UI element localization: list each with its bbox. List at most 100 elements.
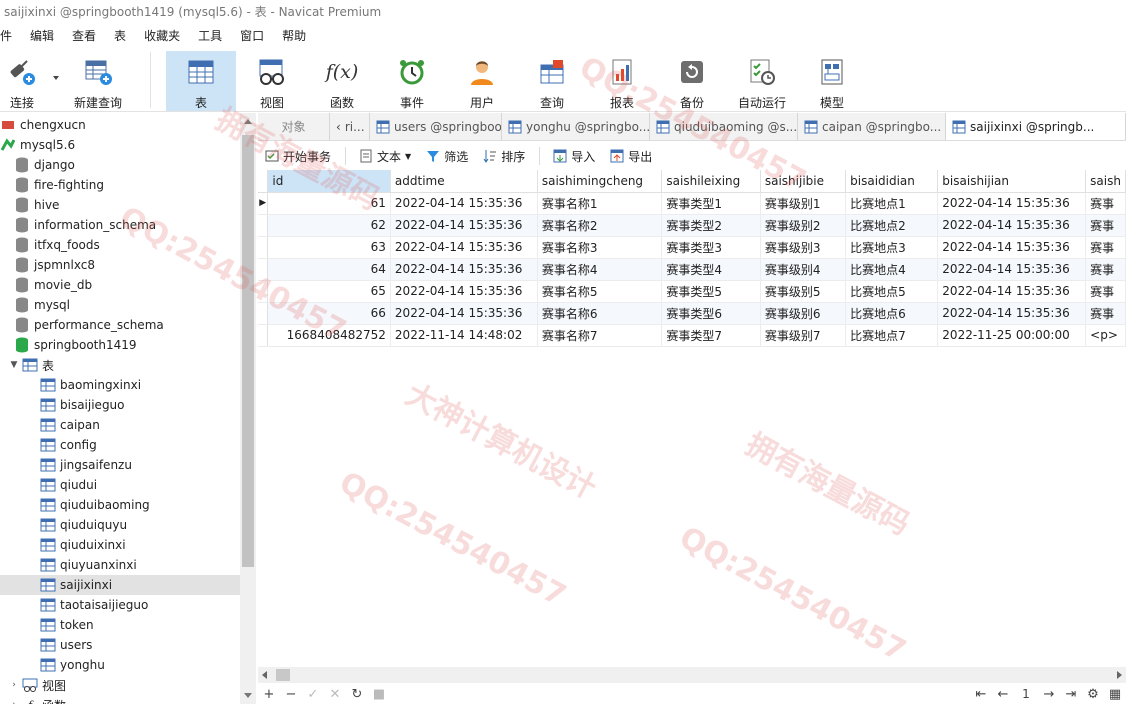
- tree-item-table-selected[interactable]: saijixinxi: [0, 575, 240, 595]
- tree-scrollbar[interactable]: [240, 113, 256, 704]
- settings-gear-icon[interactable]: ⚙: [1082, 687, 1104, 702]
- menu-window[interactable]: 窗口: [231, 24, 273, 48]
- table-cell[interactable]: 2022-11-14 14:48:02: [390, 324, 538, 347]
- tree-item-table[interactable]: qiuduibaoming: [0, 495, 240, 515]
- table-cell[interactable]: 2022-04-14 15:35:36: [390, 302, 538, 325]
- tree-item-table[interactable]: baomingxinxi: [0, 375, 240, 395]
- menu-view[interactable]: 查看: [63, 24, 105, 48]
- tab-saijixinxi[interactable]: saijixinxi @springb...: [946, 113, 1126, 140]
- tab-yonghu[interactable]: yonghu @springbo...: [502, 113, 650, 140]
- tree-item-table[interactable]: qiuyuanxinxi: [0, 555, 240, 575]
- tree-item-database[interactable]: movie_db: [0, 275, 240, 295]
- tree-item-table[interactable]: users: [0, 635, 240, 655]
- tree-item-database[interactable]: jspmnlxc8: [0, 255, 240, 275]
- menu-table[interactable]: 表: [105, 24, 135, 48]
- tree-item-functions-group[interactable]: › f 函数: [0, 695, 240, 704]
- column-header[interactable]: id: [267, 170, 391, 193]
- tree-item-database[interactable]: hive: [0, 195, 240, 215]
- tab-objects[interactable]: 对象: [258, 113, 330, 140]
- table-cell[interactable]: 比赛地点2: [845, 214, 939, 237]
- refresh-icon[interactable]: ↻: [346, 687, 368, 702]
- table-cell[interactable]: 64: [267, 258, 391, 281]
- column-header[interactable]: bisaishijian: [937, 170, 1087, 193]
- table-cell[interactable]: 赛事名称5: [537, 280, 663, 303]
- table-cell[interactable]: 赛事: [1085, 302, 1126, 325]
- tree-item-database[interactable]: information_schema: [0, 215, 240, 235]
- scroll-down-icon[interactable]: [244, 693, 252, 698]
- table-cell[interactable]: 赛事级别5: [760, 280, 847, 303]
- tree-item-database[interactable]: django: [0, 155, 240, 175]
- chevron-down-icon[interactable]: ▼: [8, 360, 20, 370]
- tree-item-database[interactable]: itfxq_foods: [0, 235, 240, 255]
- table-cell[interactable]: 赛事类型7: [661, 324, 761, 347]
- scroll-up-icon[interactable]: [244, 119, 252, 124]
- table-cell[interactable]: 2022-04-14 15:35:36: [937, 214, 1087, 237]
- table-cell[interactable]: 赛事类型4: [661, 258, 761, 281]
- tree-item-tables-group[interactable]: ▼ 表: [0, 355, 240, 375]
- next-page-icon[interactable]: →: [1038, 687, 1060, 702]
- column-header[interactable]: saishimingcheng: [537, 170, 663, 193]
- filter-button[interactable]: 筛选: [425, 148, 468, 165]
- table-cell[interactable]: 2022-04-14 15:35:36: [390, 280, 538, 303]
- tree-item-database[interactable]: fire-fighting: [0, 175, 240, 195]
- column-header[interactable]: saish: [1085, 170, 1126, 193]
- discard-changes-icon[interactable]: ✕: [324, 687, 346, 702]
- query-button[interactable]: 查询: [524, 51, 580, 111]
- table-cell[interactable]: 赛事名称2: [537, 214, 663, 237]
- table-row[interactable]: ▶ 61 2022-04-14 15:35:36 赛事名称1 赛事类型1 赛事级…: [258, 192, 1126, 215]
- table-cell[interactable]: 赛事级别1: [760, 192, 847, 215]
- table-cell[interactable]: 赛事级别3: [760, 236, 847, 259]
- model-button[interactable]: 模型: [804, 51, 860, 111]
- table-cell[interactable]: 赛事: [1085, 236, 1126, 259]
- table-row[interactable]: 1668408482752 2022-11-14 14:48:02 赛事名称7 …: [258, 324, 1126, 347]
- menu-favorites[interactable]: 收藏夹: [135, 24, 189, 48]
- menu-file[interactable]: 件: [0, 24, 21, 48]
- table-cell[interactable]: 2022-04-14 15:35:36: [937, 258, 1087, 281]
- tab-overflow[interactable]: ‹ ri...: [330, 113, 370, 140]
- table-row[interactable]: 66 2022-04-14 15:35:36 赛事名称6 赛事类型6 赛事级别6…: [258, 302, 1126, 325]
- scroll-right-icon[interactable]: [1117, 671, 1122, 679]
- menu-help[interactable]: 帮助: [273, 24, 315, 48]
- table-row[interactable]: 63 2022-04-14 15:35:36 赛事名称3 赛事类型3 赛事级别3…: [258, 236, 1126, 259]
- add-record-icon[interactable]: +: [258, 687, 280, 702]
- menu-tools[interactable]: 工具: [189, 24, 231, 48]
- page-number[interactable]: 1: [1014, 687, 1038, 701]
- tree-item-table[interactable]: caipan: [0, 415, 240, 435]
- connect-dropdown-icon[interactable]: [53, 76, 59, 80]
- backup-button[interactable]: 备份: [664, 51, 720, 111]
- tree-item-connection[interactable]: chengxucn: [0, 115, 240, 135]
- table-cell[interactable]: 2022-04-14 15:35:36: [390, 236, 538, 259]
- tree-item-table[interactable]: jingsaifenzu: [0, 455, 240, 475]
- table-cell[interactable]: 比赛地点7: [845, 324, 939, 347]
- column-header[interactable]: saishileixing: [661, 170, 761, 193]
- apply-changes-icon[interactable]: ✓: [302, 687, 324, 702]
- table-cell[interactable]: 赛事名称6: [537, 302, 663, 325]
- table-cell[interactable]: 65: [267, 280, 391, 303]
- table-cell[interactable]: 63: [267, 236, 391, 259]
- table-cell[interactable]: 赛事类型5: [661, 280, 761, 303]
- previous-page-icon[interactable]: ←: [992, 687, 1014, 702]
- export-button[interactable]: 导出: [609, 148, 652, 165]
- tree-item-table[interactable]: config: [0, 435, 240, 455]
- table-cell[interactable]: 赛事类型2: [661, 214, 761, 237]
- table-cell[interactable]: 比赛地点5: [845, 280, 939, 303]
- tree-item-table[interactable]: qiuduiquyu: [0, 515, 240, 535]
- table-cell[interactable]: 61: [267, 192, 391, 215]
- table-cell[interactable]: 2022-04-14 15:35:36: [937, 192, 1087, 215]
- column-header[interactable]: bisaididian: [845, 170, 939, 193]
- table-cell[interactable]: 赛事类型3: [661, 236, 761, 259]
- connect-button[interactable]: 连接: [0, 51, 44, 111]
- table-cell[interactable]: 62: [267, 214, 391, 237]
- tree-item-table[interactable]: qiudui: [0, 475, 240, 495]
- tab-users[interactable]: users @springboot...: [370, 113, 502, 140]
- tree-item-database-open[interactable]: springbooth1419: [0, 335, 240, 355]
- grid-view-icon[interactable]: ▦: [1104, 687, 1126, 702]
- table-cell[interactable]: 赛事: [1085, 214, 1126, 237]
- table-cell[interactable]: 比赛地点6: [845, 302, 939, 325]
- table-cell[interactable]: <p>: [1085, 324, 1126, 347]
- table-cell[interactable]: 比赛地点1: [845, 192, 939, 215]
- table-row[interactable]: 65 2022-04-14 15:35:36 赛事名称5 赛事类型5 赛事级别5…: [258, 280, 1126, 303]
- column-header[interactable]: addtime: [390, 170, 538, 193]
- tab-qiuduibaoming[interactable]: qiuduibaoming @s...: [650, 113, 798, 140]
- text-button[interactable]: 文本 ▼: [358, 148, 411, 165]
